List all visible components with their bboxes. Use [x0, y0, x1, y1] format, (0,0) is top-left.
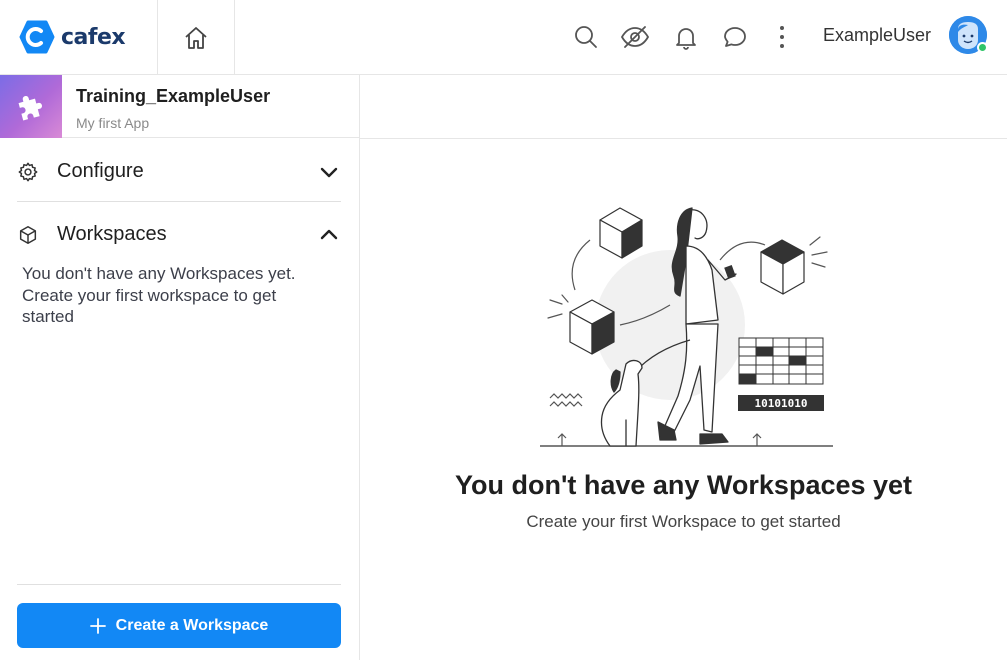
home-icon	[185, 26, 207, 49]
chat-icon	[724, 27, 746, 47]
app-icon-tile	[0, 75, 62, 138]
empty-state-subtitle: Create your first Workspace to get start…	[526, 512, 841, 531]
online-status-dot	[977, 42, 988, 53]
avatar[interactable]	[949, 16, 988, 54]
gear-icon	[17, 161, 41, 183]
workspaces-section-toggle[interactable]: Workspaces	[17, 203, 341, 266]
visibility-toggle-button[interactable]	[620, 22, 650, 52]
main-header	[360, 75, 1007, 139]
chevron-up-icon	[317, 225, 341, 245]
chevron-down-icon	[317, 162, 341, 182]
sidebar: Training_ExampleUser My first App Config…	[0, 75, 360, 660]
notifications-button[interactable]	[671, 22, 701, 52]
cube-icon	[17, 224, 41, 246]
app-subtitle: My first App	[76, 115, 150, 131]
puzzle-icon	[18, 95, 43, 120]
section-divider	[17, 201, 341, 202]
messages-button[interactable]	[720, 22, 750, 52]
eye-off-icon	[620, 26, 650, 48]
search-icon	[575, 26, 597, 48]
bell-icon	[676, 28, 696, 50]
username-label[interactable]: ExampleUser	[823, 25, 931, 46]
create-workspace-label: Create a Workspace	[115, 616, 269, 634]
cafex-logo-icon	[19, 20, 55, 54]
footer-divider	[17, 584, 341, 585]
more-vertical-icon	[780, 26, 784, 48]
more-options-button[interactable]	[767, 22, 797, 52]
top-bar: cafex ExampleUser	[0, 0, 1007, 75]
app-name: Training_ExampleUser	[76, 86, 271, 106]
empty-state-title: You don't have any Workspaces yet	[454, 470, 913, 500]
search-button[interactable]	[571, 22, 601, 52]
create-workspace-button[interactable]: Create a Workspace	[17, 603, 341, 648]
brand-logo[interactable]: cafex	[19, 20, 126, 54]
empty-state-illustration: 10101010	[540, 207, 833, 447]
workspaces-label: Workspaces	[57, 223, 167, 245]
workspaces-empty-text: You don't have any Workspaces yet. Creat…	[22, 264, 296, 326]
plus-icon	[89, 617, 106, 634]
brand-name: cafex	[61, 24, 126, 50]
home-button[interactable]	[157, 0, 235, 75]
configure-label: Configure	[57, 160, 144, 182]
app-header[interactable]: Training_ExampleUser My first App	[0, 75, 360, 138]
binary-code-label: 10101010	[755, 397, 808, 410]
configure-section-toggle[interactable]: Configure	[17, 140, 341, 203]
